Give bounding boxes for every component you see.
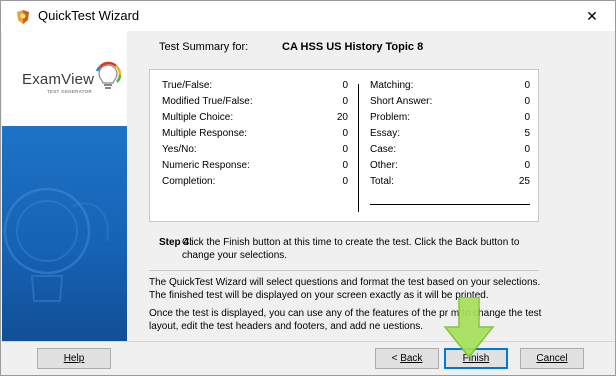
examview-logo: ExamView TEST GENERATOR — [22, 57, 122, 97]
close-icon: ✕ — [586, 8, 598, 24]
summary-label: Problem: — [370, 112, 411, 123]
footer-divider — [1, 341, 615, 342]
summary-row: Case: 0 — [370, 142, 530, 158]
help-button[interactable]: Help — [37, 348, 111, 369]
summary-count: 0 — [524, 80, 530, 91]
summary-label: Short Answer: — [370, 96, 433, 107]
summary-count: 0 — [524, 96, 530, 107]
summary-row: Essay: 5 — [370, 126, 530, 142]
summary-label: Modified True/False: — [162, 96, 253, 107]
summary-label: Other: — [370, 160, 398, 171]
logo-text: ExamView — [22, 71, 95, 88]
summary-left-column: True/False: 0 Modified True/False: 0 Multi… — [162, 78, 348, 190]
quicktest-wizard-icon — [17, 10, 29, 24]
lightbulb-watermark-icon — [3, 187, 109, 302]
cancel-button[interactable]: Cancel — [520, 348, 584, 369]
summary-label: Completion: — [162, 176, 216, 187]
cancel-button-label: Cancel — [536, 353, 568, 364]
step-text: Click the Finish button at this time to … — [182, 237, 520, 261]
logo-subtitle: TEST GENERATOR — [47, 89, 92, 94]
summary-label: Multiple Choice: — [162, 112, 234, 123]
summary-count: 0 — [342, 160, 348, 171]
summary-row: Yes/No: 0 — [162, 142, 348, 158]
summary-row: Problem: 0 — [370, 110, 530, 126]
lightbulb-icon — [95, 61, 122, 89]
summary-label: Yes/No: — [162, 144, 197, 155]
summary-right-column: Matching: 0 Short Answer: 0 Problem: 0 Essa… — [370, 78, 530, 190]
summary-row: Completion: 0 — [162, 174, 348, 190]
summary-total-row: Total: 25 — [370, 174, 530, 190]
test-summary-header: Test Summary for: CA HSS US History Topi… — [159, 41, 423, 53]
test-summary-label: Test Summary for: — [159, 41, 249, 53]
summary-total-label: Total: — [370, 176, 394, 187]
summary-count: 20 — [336, 112, 348, 123]
summary-count: 0 — [342, 176, 348, 187]
summary-row: Modified True/False: 0 — [162, 94, 348, 110]
help-button-label: Help — [63, 353, 85, 364]
summary-row: Numeric Response: 0 — [162, 158, 348, 174]
summary-row: Matching: 0 — [370, 78, 530, 94]
summary-count: 0 — [524, 160, 530, 171]
back-button-prefix: < — [391, 353, 401, 364]
summary-count: 0 — [524, 144, 530, 155]
column-divider — [358, 84, 359, 212]
sidebar-graphic — [2, 126, 127, 341]
summary-count: 5 — [524, 128, 530, 139]
window-title: QuickTest Wizard — [38, 8, 140, 23]
summary-count: 0 — [342, 144, 348, 155]
summary-total-count: 25 — [518, 176, 530, 187]
summary-label: Essay: — [370, 128, 401, 139]
summary-row: Multiple Response: 0 — [162, 126, 348, 142]
back-button-label: Back — [400, 353, 423, 364]
summary-label: True/False: — [162, 80, 213, 91]
down-arrow-icon — [443, 297, 495, 359]
question-summary-box: True/False: 0 Modified True/False: 0 Multi… — [149, 69, 539, 222]
sidebar: ExamView TEST GENERATOR — [2, 31, 127, 341]
summary-row: True/False: 0 — [162, 78, 348, 94]
summary-label: Matching: — [370, 80, 414, 91]
summary-count: 0 — [342, 96, 348, 107]
back-button[interactable]: < Back — [375, 348, 439, 369]
summary-row: Other: 0 — [370, 158, 530, 174]
summary-label: Multiple Response: — [162, 128, 248, 139]
quicktest-wizard-window: QuickTest Wizard ✕ ExamView TEST GENERAT… — [0, 0, 616, 376]
test-name: CA HSS US History Topic 8 — [282, 41, 424, 53]
summary-count: 0 — [342, 80, 348, 91]
summary-row: Multiple Choice: 20 — [162, 110, 348, 126]
summary-count: 0 — [342, 128, 348, 139]
content-divider — [149, 270, 539, 271]
summary-label: Case: — [370, 144, 397, 155]
title-bar: QuickTest Wizard ✕ — [1, 1, 615, 31]
summary-label: Numeric Response: — [162, 160, 250, 171]
close-button[interactable]: ✕ — [569, 1, 615, 31]
summary-count: 0 — [524, 112, 530, 123]
total-divider — [370, 204, 530, 205]
summary-row: Short Answer: 0 — [370, 94, 530, 110]
wizard-content: Test Summary for: CA HSS US History Topi… — [129, 31, 615, 341]
